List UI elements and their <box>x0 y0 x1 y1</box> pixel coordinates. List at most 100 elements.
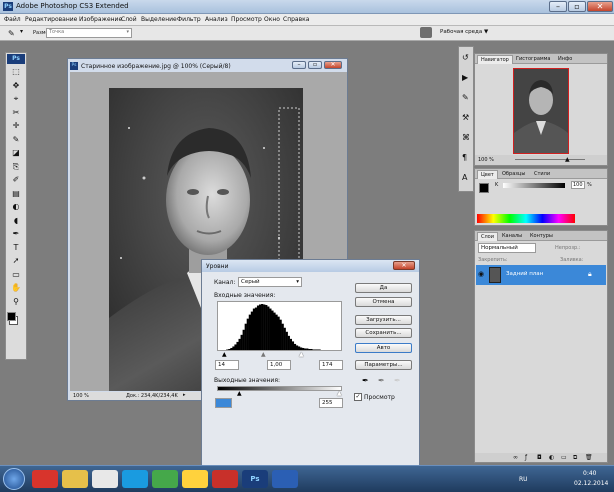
word-icon[interactable] <box>272 470 298 488</box>
minimize-button[interactable]: – <box>549 1 567 12</box>
gray-eyedropper-icon[interactable]: ✒ <box>378 376 385 385</box>
link-icon[interactable]: ∞ <box>513 454 518 461</box>
tool-preset-chevron-icon[interactable]: ▾ <box>20 28 23 35</box>
acrobat-icon[interactable] <box>212 470 238 488</box>
k-slider[interactable] <box>503 183 565 188</box>
navigator-zoom-slider[interactable] <box>515 159 585 160</box>
menu-filter[interactable]: Фильтр <box>177 16 201 23</box>
preview-checkbox[interactable]: ✓ <box>354 393 362 401</box>
character-icon[interactable]: A <box>462 173 467 182</box>
gamma-handle[interactable]: ▲ <box>261 351 266 358</box>
start-button[interactable] <box>3 468 25 490</box>
k-value[interactable]: 100 <box>571 181 585 189</box>
black-point-handle[interactable]: ▲ <box>222 351 227 358</box>
channel-select[interactable]: Серый ▾ <box>238 277 302 287</box>
menu-layer[interactable]: Слой <box>121 16 137 23</box>
save-button[interactable]: Сохранить... <box>355 328 412 338</box>
tab-info[interactable]: Инфо <box>555 55 575 64</box>
tool-presets-icon[interactable]: ⚒ <box>462 113 469 122</box>
hand-icon[interactable]: ✋ <box>9 283 23 293</box>
status-arrow-icon[interactable]: ▸ <box>183 392 186 398</box>
output-black-field[interactable] <box>215 398 232 408</box>
utorrent-icon[interactable] <box>152 470 178 488</box>
menu-analysis[interactable]: Анализ <box>205 16 228 23</box>
stamp-icon[interactable]: ◪ <box>9 148 23 158</box>
move-icon[interactable]: ✥ <box>9 81 23 91</box>
tab-navigator[interactable]: Навигатор <box>477 55 513 64</box>
shape-icon[interactable]: ▭ <box>9 270 23 280</box>
input-white-field[interactable]: 174 <box>319 360 343 370</box>
lasso-icon[interactable]: ⌖ <box>9 94 23 104</box>
output-slider[interactable]: ▲ ▲ <box>217 390 342 397</box>
crop-icon[interactable]: ✂ <box>9 108 23 118</box>
eyedropper-icon[interactable]: ✎ <box>8 29 15 38</box>
input-black-field[interactable]: 14 <box>215 360 239 370</box>
white-eyedropper-icon[interactable]: ✒ <box>394 376 401 385</box>
navigator-zoom[interactable]: 100 % <box>478 157 494 163</box>
clone-source-icon[interactable]: ⌘ <box>462 133 470 142</box>
trash-icon[interactable]: 🗑︎ <box>585 454 593 461</box>
tab-channels[interactable]: Каналы <box>499 232 525 241</box>
fx-icon[interactable]: ƒ <box>525 454 527 461</box>
tab-paths[interactable]: Контуры <box>527 232 556 241</box>
healing-icon[interactable]: ✛ <box>9 121 23 131</box>
download-icon[interactable] <box>182 470 208 488</box>
language-indicator[interactable]: RU <box>519 476 528 483</box>
photoshop-taskbar-icon[interactable]: Ps <box>242 470 268 488</box>
folder-icon[interactable]: ▭ <box>561 454 567 461</box>
doc-close-button[interactable]: ✕ <box>324 61 342 69</box>
levels-close-button[interactable]: ✕ <box>393 261 415 270</box>
opera-icon[interactable] <box>32 470 58 488</box>
menu-file[interactable]: Файл <box>4 16 21 23</box>
load-button[interactable]: Загрузить... <box>355 315 412 325</box>
gradient-icon[interactable]: ▤ <box>9 189 23 199</box>
history-brush-icon[interactable]: ⎘ <box>9 162 23 172</box>
layer-row[interactable]: ◉ Задний план 🔒︎ <box>476 265 606 285</box>
input-gamma-field[interactable]: 1,00 <box>267 360 291 370</box>
adjustment-icon[interactable]: ◐ <box>549 454 554 461</box>
color-foreground-swatch[interactable] <box>479 183 489 193</box>
pen-icon[interactable]: ✒ <box>9 229 23 239</box>
menu-window[interactable]: Окно <box>264 16 280 23</box>
output-white-field[interactable]: 255 <box>319 398 343 408</box>
menu-select[interactable]: Выделение <box>141 16 177 23</box>
menu-view[interactable]: Просмотр <box>231 16 262 23</box>
blur-icon[interactable]: ◖ <box>9 216 23 226</box>
palette-well-icon[interactable] <box>420 27 432 38</box>
tab-layers[interactable]: Слои <box>477 232 498 241</box>
dodge-icon[interactable]: ◐ <box>9 202 23 212</box>
explorer-folder-icon[interactable] <box>62 470 88 488</box>
workspace-menu[interactable]: Рабочая среда ▼ <box>440 29 488 35</box>
eraser-icon[interactable]: ✐ <box>9 175 23 185</box>
color-spectrum-bar[interactable] <box>477 214 575 223</box>
actions-icon[interactable]: ▶ <box>462 73 468 82</box>
tab-histogram[interactable]: Гистограмма <box>513 55 554 64</box>
input-slider[interactable]: ▲ ▲ ▲ <box>217 351 342 358</box>
menu-image[interactable]: Изображение <box>79 16 122 23</box>
brush-icon[interactable]: ✎ <box>462 93 469 102</box>
menu-help[interactable]: Справка <box>283 16 309 23</box>
skype-icon[interactable] <box>122 470 148 488</box>
black-eyedropper-icon[interactable]: ✒ <box>362 376 369 385</box>
brush-icon[interactable]: ✎ <box>9 135 23 145</box>
zoom-level[interactable]: 100 % <box>73 393 89 399</box>
zoom-slider-thumb[interactable]: ▲ <box>565 156 570 163</box>
menu-edit[interactable]: Редактирование <box>25 16 77 23</box>
paragraph-icon[interactable]: ¶ <box>462 153 467 162</box>
new-layer-icon[interactable]: ⧉ <box>573 454 577 462</box>
cancel-button[interactable]: Отмена <box>355 297 412 307</box>
history-icon[interactable]: ↺ <box>462 53 469 62</box>
close-button[interactable]: ✕ <box>587 1 613 12</box>
navigator-thumbnail[interactable] <box>513 68 569 154</box>
eye-icon[interactable]: ◉ <box>478 270 484 278</box>
foreground-color-swatch[interactable] <box>7 312 16 321</box>
layer-name[interactable]: Задний план <box>506 271 543 277</box>
tab-color[interactable]: Цвет <box>477 170 498 179</box>
doc-minimize-button[interactable]: – <box>292 61 306 69</box>
type-icon[interactable]: T <box>9 243 23 253</box>
path-select-icon[interactable]: ➚ <box>9 256 23 266</box>
doc-maximize-button[interactable]: ▫ <box>308 61 322 69</box>
auto-button[interactable]: Авто <box>355 343 412 353</box>
zoom-icon[interactable]: ⚲ <box>9 297 23 307</box>
options-button[interactable]: Параметры... <box>355 360 412 370</box>
